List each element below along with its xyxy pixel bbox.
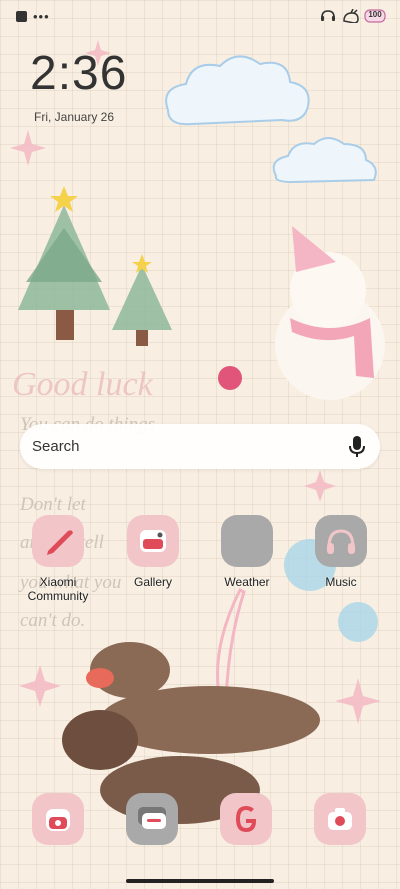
messages-icon[interactable] [126, 793, 178, 845]
battery-icon: 100 [364, 9, 386, 23]
ribbon-decoration [168, 587, 264, 732]
headphones-icon[interactable] [315, 515, 367, 567]
weather-icon[interactable] [221, 515, 273, 567]
mic-icon[interactable] [348, 435, 366, 459]
google-icon[interactable] [220, 793, 272, 845]
wallpaper-text-line-2: Don't let [19, 494, 87, 515]
camera-icon[interactable] [314, 793, 366, 845]
cloud-decoration [165, 55, 377, 184]
app-music[interactable]: Music [301, 515, 381, 589]
ornament-decoration [338, 602, 378, 642]
phone-icon[interactable] [32, 793, 84, 845]
status-bar: ••• 100 [0, 0, 400, 34]
app-xiaomi-community[interactable]: Xiaomi Community [18, 515, 98, 603]
christmas-tree-decoration [18, 186, 172, 346]
dachshund-decoration [62, 642, 320, 824]
app-label: Music [325, 575, 357, 589]
gesture-nav-handle[interactable] [126, 879, 274, 883]
search-input[interactable]: Search [32, 438, 80, 455]
notification-square-icon [16, 11, 27, 22]
app-label: Xiaomi Community [27, 575, 89, 603]
bluetooth-headset-icon [321, 10, 335, 21]
app-gallery[interactable]: Gallery [113, 515, 193, 589]
more-dots-icon: ••• [33, 9, 50, 24]
snowman-decoration [275, 226, 385, 400]
sparkle-decoration [10, 40, 381, 724]
wallpaper-text-good-luck: Good luck [12, 366, 154, 403]
search-bar[interactable]: Search [20, 424, 380, 469]
gallery-icon[interactable] [127, 515, 179, 567]
clock-date[interactable]: Fri, January 26 [34, 110, 114, 124]
app-weather[interactable]: Weather [207, 515, 287, 589]
app-label: Weather [224, 575, 270, 589]
rabbit-wifi-icon [343, 9, 359, 23]
clock-time[interactable]: 2:36 [30, 46, 127, 101]
pencil-icon[interactable] [32, 515, 84, 567]
app-label: Gallery [133, 575, 172, 589]
battery-level: 100 [368, 10, 382, 19]
wallpaper-text-line-5: can't do. [20, 610, 85, 631]
cherry-decoration [218, 366, 242, 390]
